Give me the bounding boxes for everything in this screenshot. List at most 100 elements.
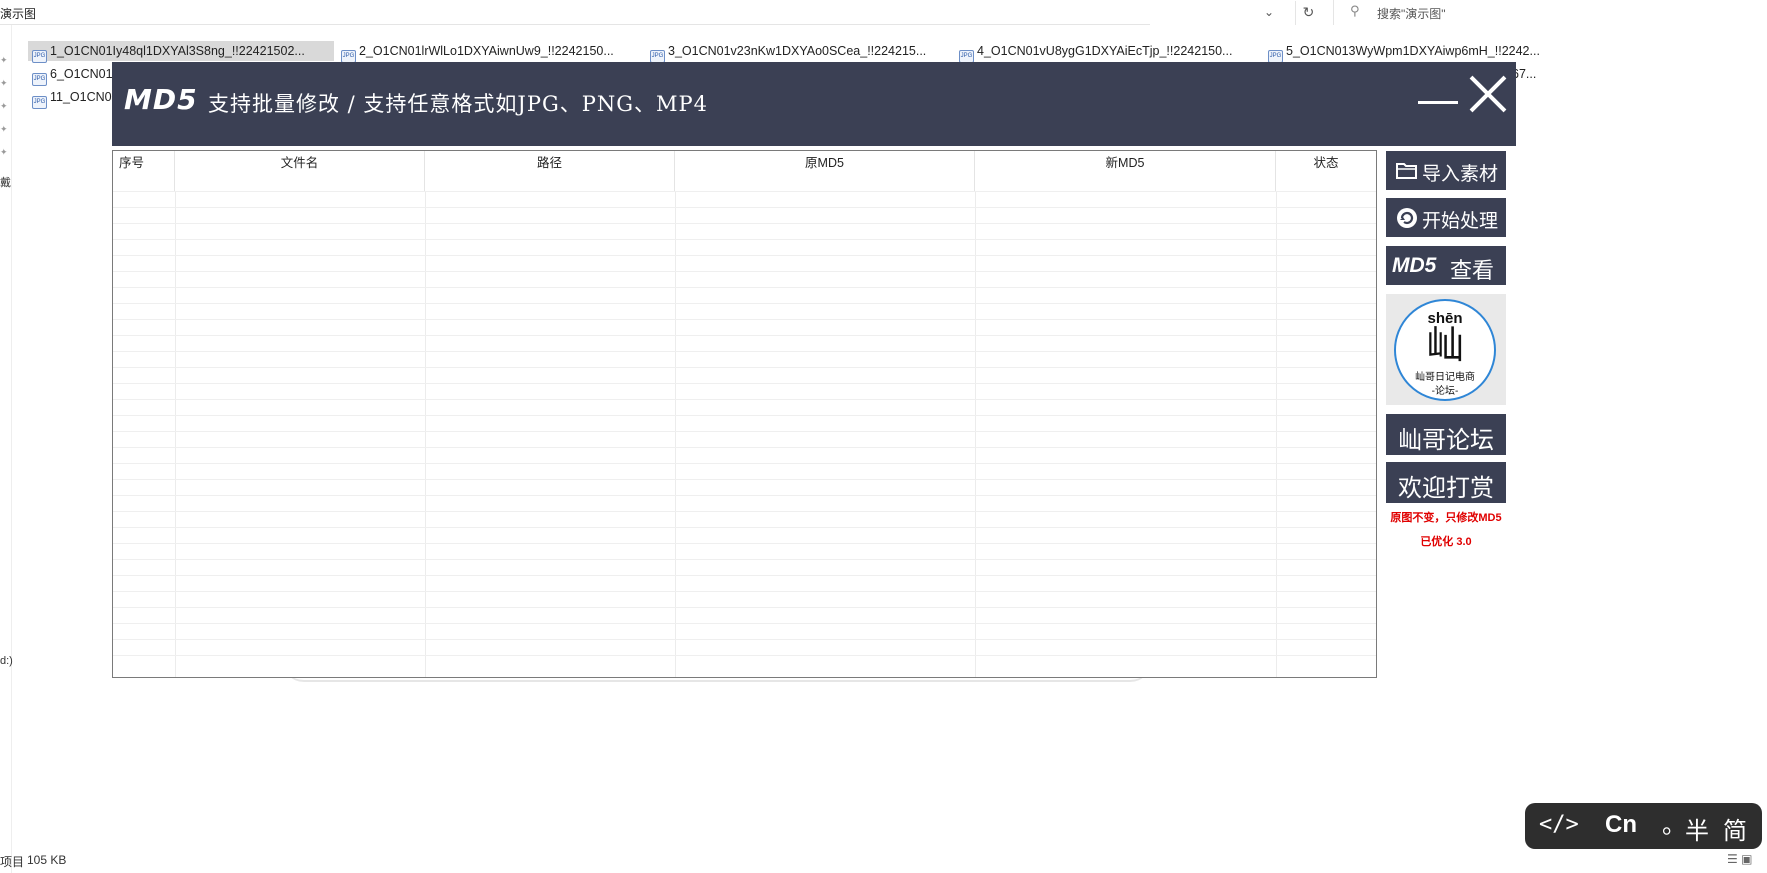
row-divider	[113, 591, 1376, 592]
row-divider	[113, 607, 1376, 608]
file-item[interactable]: JPG 3_O1CN01v23nKw1DXYAo0SCea_!!224215...	[646, 41, 946, 63]
md5-modifier-window: MD5 支持批量修改 / 支持任意格式如JPG、PNG、MP4 序号 文件名 路…	[112, 62, 1516, 678]
pin-icon: ✦	[0, 147, 8, 157]
row-divider	[113, 575, 1376, 576]
import-label: 导入素材	[1422, 163, 1499, 185]
column-header-original-md5[interactable]: 原MD5	[675, 151, 975, 191]
status-size: 105 KB	[27, 853, 67, 867]
search-icon: ⚲	[1350, 3, 1360, 18]
row-divider	[113, 287, 1376, 288]
start-label: 开始处理	[1422, 210, 1499, 232]
minimize-icon	[1418, 101, 1458, 104]
ime-language-toggle[interactable]: Cn	[1605, 811, 1637, 839]
column-header-new-md5[interactable]: 新MD5	[975, 151, 1276, 191]
file-name: 4_O1CN01vU8ygG1DXYAiEcTjp_!!2242150...	[977, 44, 1233, 58]
refresh-icon	[1396, 207, 1418, 234]
forum-logo[interactable]: shēn 屾 屾哥日记电商 -论坛-	[1386, 294, 1506, 405]
ime-charset-toggle[interactable]: 简	[1723, 811, 1747, 846]
logo-subcaption: -论坛-	[1431, 386, 1459, 397]
file-name: 6_O1CN01	[50, 67, 113, 81]
pin-icon: ✦	[0, 101, 8, 111]
note-original-unchanged: 原图不变，只修改MD5	[1390, 512, 1502, 524]
row-divider	[113, 255, 1376, 256]
file-name: 11_O1CN0	[50, 90, 112, 104]
column-divider	[1276, 191, 1277, 677]
jpg-file-icon: JPG	[32, 96, 47, 109]
view-toggle-icon[interactable]: ☰ ▣	[1727, 852, 1752, 866]
column-divider	[425, 191, 426, 677]
jpg-file-icon: JPG	[32, 73, 47, 86]
nav-item-fragment[interactable]: d:)	[0, 655, 13, 667]
md5-view-button[interactable]: MD5 查看	[1386, 246, 1506, 285]
search-box[interactable]: ⚲ 搜索"演示图"	[1333, 0, 1767, 25]
file-item[interactable]: JPG 4_O1CN01vU8ygG1DXYAiEcTjp_!!2242150..…	[955, 41, 1255, 63]
refresh-icon[interactable]: ↻	[1295, 1, 1321, 25]
file-name: 2_O1CN01lrWlLo1DXYAiwnUw9_!!2242150...	[359, 44, 614, 58]
row-divider	[113, 223, 1376, 224]
row-divider	[113, 543, 1376, 544]
minimize-button[interactable]	[1418, 82, 1458, 122]
search-input[interactable]: 搜索"演示图"	[1377, 5, 1446, 22]
row-divider	[113, 191, 1376, 192]
status-item-count: 项目	[0, 855, 25, 869]
file-item[interactable]: JPG 2_O1CN01lrWlLo1DXYAiwnUw9_!!2242150..…	[337, 41, 637, 63]
row-divider	[113, 623, 1376, 624]
file-name: 1_O1CN01Iy48ql1DXYAl3S8ng_!!22421502...	[50, 44, 305, 58]
note-version: 已优化 3.0	[1420, 536, 1472, 548]
app-logo: MD5	[124, 83, 198, 116]
pin-icon: ✦	[0, 55, 8, 65]
start-processing-button[interactable]: 开始处理	[1386, 198, 1506, 237]
row-divider	[113, 559, 1376, 560]
row-divider	[113, 431, 1376, 432]
column-header-path[interactable]: 路径	[425, 151, 675, 191]
row-divider	[113, 351, 1376, 352]
address-path[interactable]: 演示图	[0, 5, 36, 22]
row-divider	[113, 655, 1376, 656]
row-divider	[113, 207, 1376, 208]
file-item[interactable]: JPG 5_O1CN013WyWpm1DXYAiwp6mH_!!2242...	[1264, 41, 1564, 63]
column-divider	[975, 191, 976, 677]
ime-punctuation-toggle[interactable]: 。	[1662, 805, 1686, 840]
logo-badge: shēn 屾 屾哥日记电商 -论坛-	[1394, 299, 1496, 401]
row-divider	[113, 335, 1376, 336]
address-bar[interactable]: 演示图	[0, 0, 1150, 25]
file-name: 3_O1CN01v23nKw1DXYAo0SCea_!!224215...	[668, 44, 927, 58]
close-button[interactable]	[1468, 74, 1508, 114]
reward-button[interactable]: 欢迎打赏	[1386, 462, 1506, 503]
md5-logo: MD5	[1392, 254, 1437, 277]
ime-width-toggle[interactable]: 半	[1685, 811, 1709, 846]
app-title: 支持批量修改 / 支持任意格式如JPG、PNG、MP4	[208, 92, 709, 116]
row-divider	[113, 511, 1376, 512]
row-divider	[113, 463, 1376, 464]
column-header-index[interactable]: 序号	[113, 151, 175, 191]
file-table[interactable]: 序号 文件名 路径 原MD5 新MD5 状态	[112, 150, 1377, 678]
table-header: 序号 文件名 路径 原MD5 新MD5 状态	[113, 151, 1376, 191]
column-divider	[175, 191, 176, 677]
row-divider	[113, 367, 1376, 368]
ime-toolbar[interactable]: </> Cn 。 半 简	[1525, 803, 1762, 849]
row-divider	[113, 415, 1376, 416]
row-divider	[113, 383, 1376, 384]
code-icon[interactable]: </>	[1539, 812, 1579, 837]
import-button[interactable]: 导入素材	[1386, 151, 1506, 190]
forum-button[interactable]: 屾哥论坛	[1386, 414, 1506, 455]
column-divider	[675, 191, 676, 677]
reward-label: 欢迎打赏	[1398, 474, 1494, 502]
file-name: 5_O1CN013WyWpm1DXYAiwp6mH_!!2242...	[1286, 44, 1540, 58]
forum-label: 屾哥论坛	[1398, 426, 1494, 454]
title-bar[interactable]: MD5 支持批量修改 / 支持任意格式如JPG、PNG、MP4	[112, 62, 1516, 146]
column-header-filename[interactable]: 文件名	[175, 151, 425, 191]
pin-icon: ✦	[0, 78, 8, 88]
column-header-status[interactable]: 状态	[1276, 151, 1376, 191]
row-divider	[113, 319, 1376, 320]
chevron-down-icon[interactable]: ⌄	[1264, 5, 1274, 19]
folder-icon	[1396, 160, 1418, 185]
row-divider	[113, 639, 1376, 640]
row-divider	[113, 271, 1376, 272]
row-divider	[113, 239, 1376, 240]
nav-item-fragment[interactable]: 戴	[0, 174, 11, 190]
file-item[interactable]: 67...	[1508, 64, 1568, 84]
row-divider	[113, 447, 1376, 448]
file-item[interactable]: JPG 1_O1CN01Iy48ql1DXYAl3S8ng_!!22421502.…	[28, 41, 334, 63]
row-divider	[113, 479, 1376, 480]
